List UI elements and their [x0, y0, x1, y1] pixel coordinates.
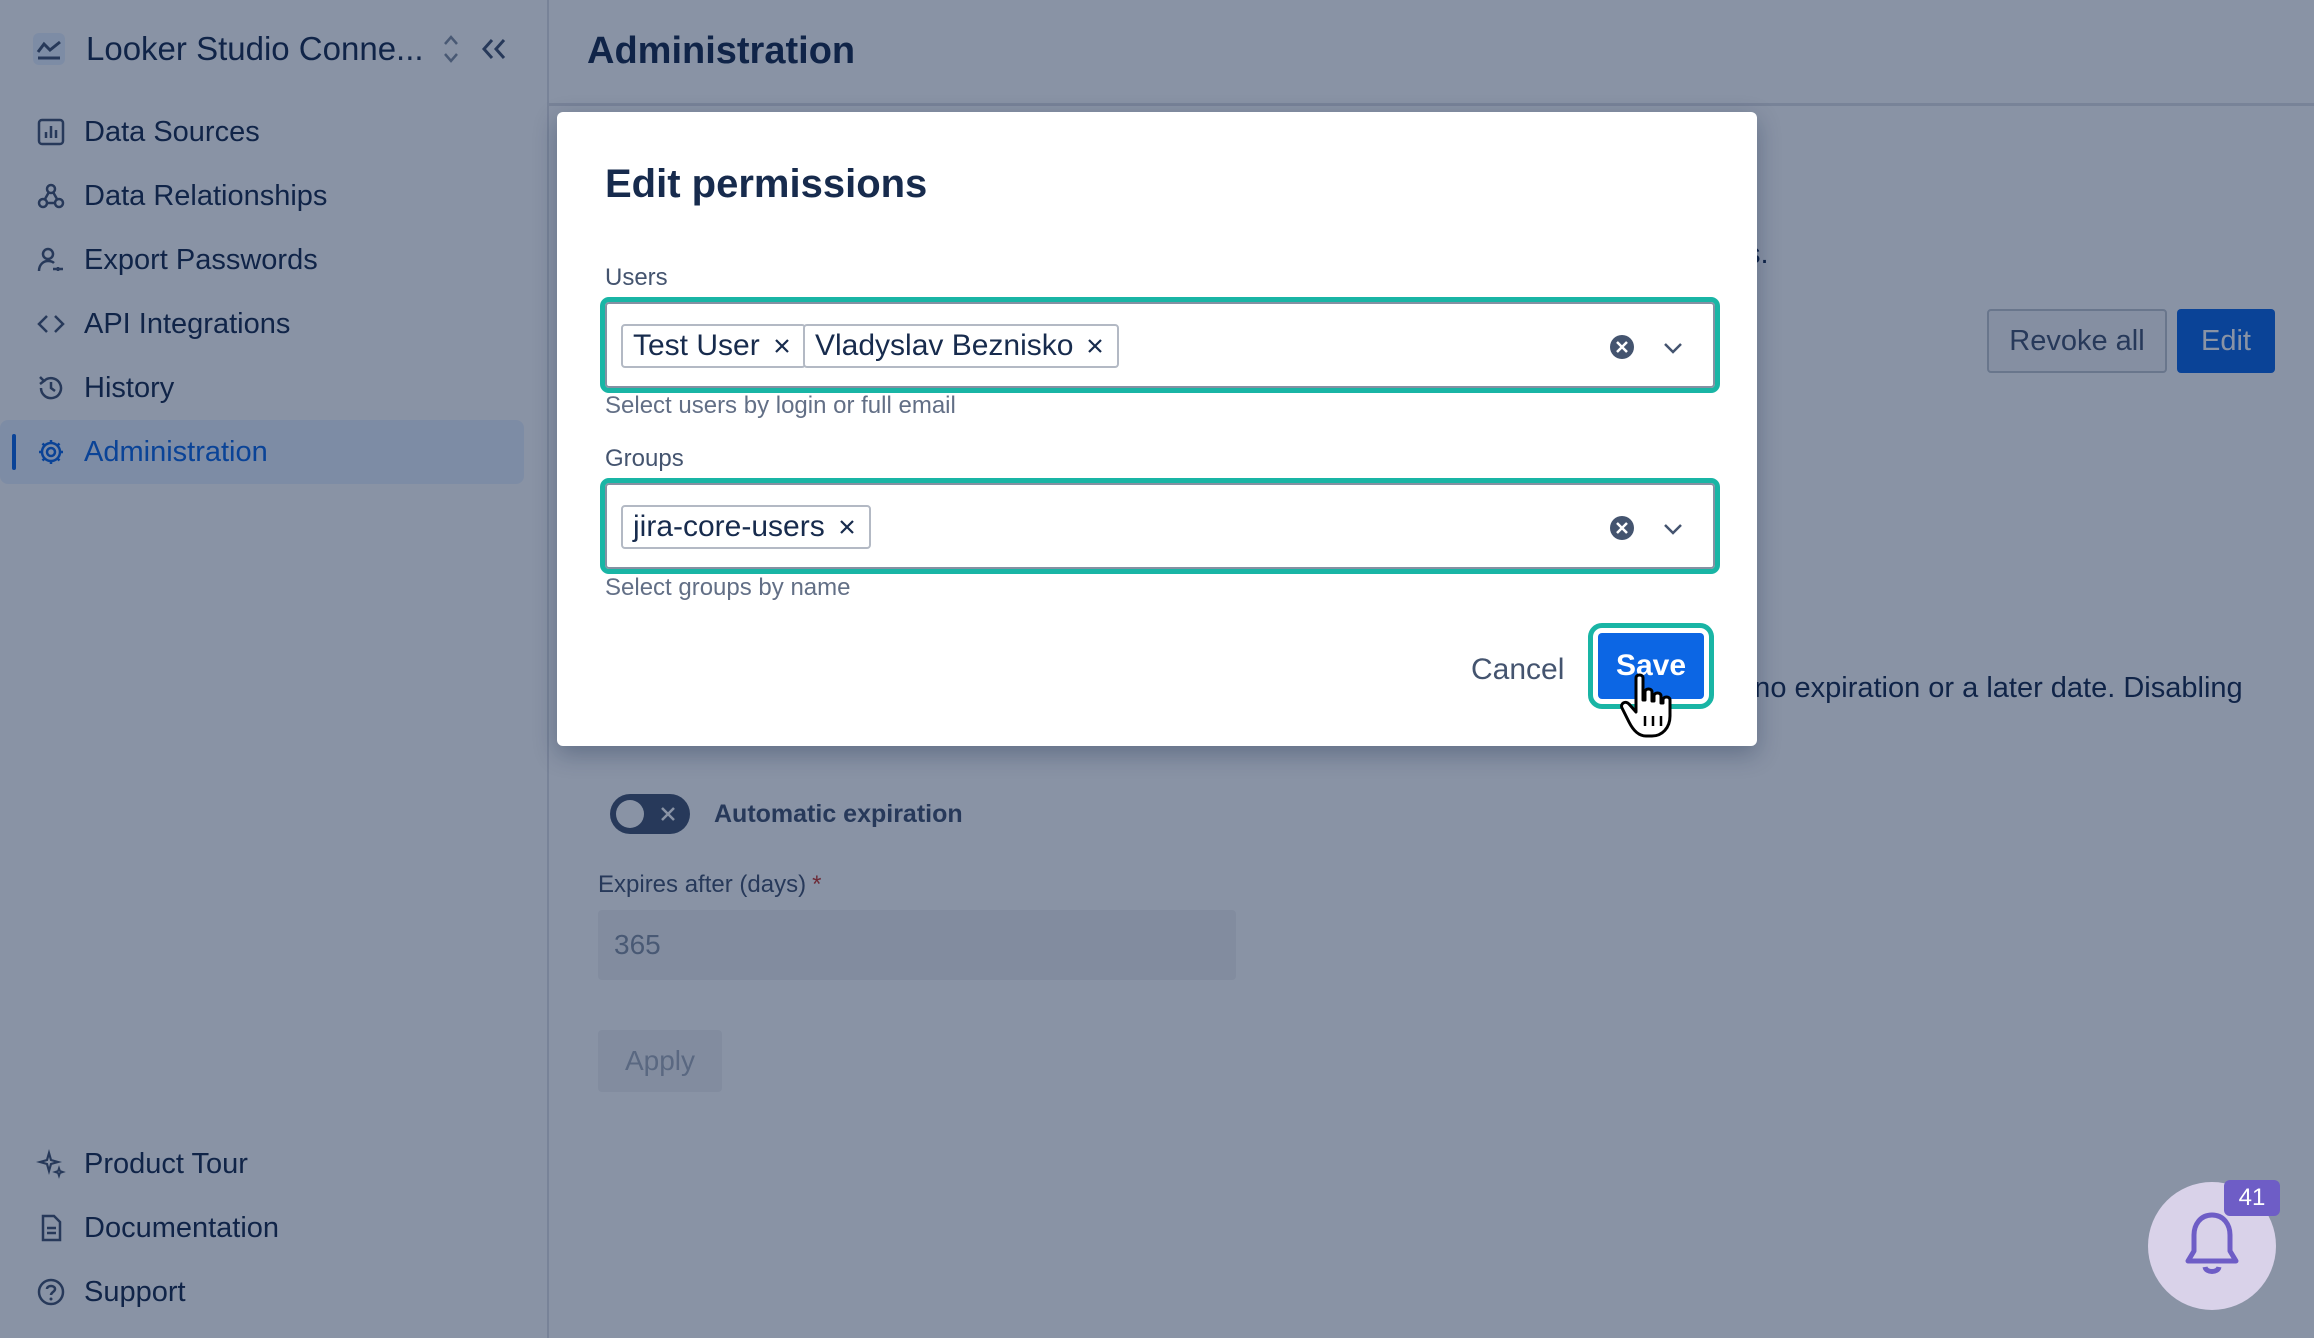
remove-group-icon[interactable]	[835, 515, 859, 539]
cancel-button[interactable]: Cancel	[1457, 640, 1578, 700]
users-select[interactable]: Test User Vladyslav Beznisko	[600, 297, 1720, 393]
group-chip-label: jira-core-users	[633, 510, 825, 543]
modal-title: Edit permissions	[605, 162, 928, 206]
groups-helper-text: Select groups by name	[605, 574, 851, 601]
clear-icon[interactable]	[1607, 513, 1637, 543]
user-chip-label: Test User	[633, 329, 760, 362]
bell-icon	[2180, 1209, 2244, 1284]
groups-select[interactable]: jira-core-users	[600, 478, 1720, 574]
user-chip: Vladyslav Beznisko	[803, 324, 1120, 368]
chevron-down-icon[interactable]	[1659, 515, 1687, 543]
remove-user-icon[interactable]	[1083, 334, 1107, 358]
users-helper-text: Select users by login or full email	[605, 392, 956, 419]
hand-pointer-icon	[1618, 672, 1676, 740]
edit-permissions-modal: Edit permissions Users Test User Vladysl…	[557, 112, 1757, 746]
group-chip: jira-core-users	[621, 505, 871, 549]
users-label: Users	[605, 264, 668, 291]
notification-count-badge: 41	[2224, 1180, 2280, 1216]
remove-user-icon[interactable]	[770, 334, 794, 358]
user-chip-label: Vladyslav Beznisko	[815, 329, 1074, 362]
groups-label: Groups	[605, 445, 684, 472]
clear-icon[interactable]	[1607, 332, 1637, 362]
app-root: Looker Studio Conne... Data Sources Data…	[0, 0, 2314, 1338]
user-chip: Test User	[621, 324, 806, 368]
chevron-down-icon[interactable]	[1659, 334, 1687, 362]
